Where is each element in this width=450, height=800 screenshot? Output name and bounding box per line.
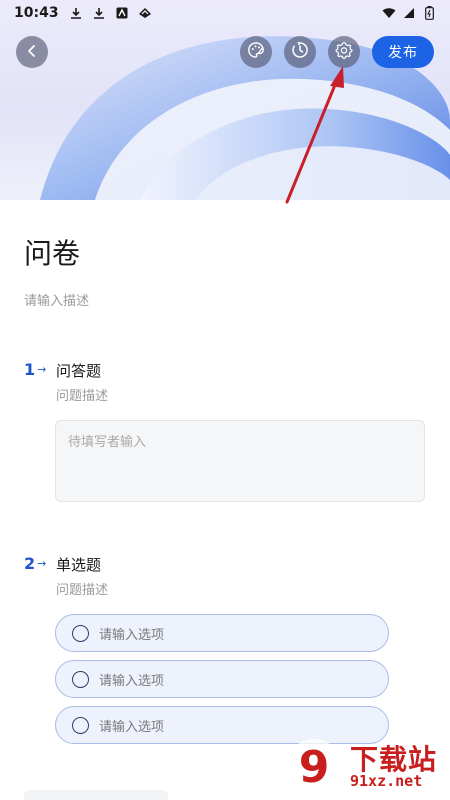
form-title[interactable]: 问卷 [24, 232, 80, 272]
question-title[interactable]: 单选题 [56, 554, 101, 575]
option-label: 请输入选项 [99, 673, 165, 689]
signal-icon [402, 6, 416, 20]
question-title[interactable]: 问答题 [56, 360, 101, 381]
download-icon [92, 6, 106, 20]
radio-circle-icon[interactable] [72, 624, 89, 642]
watermark-logo-mark: 9 [299, 742, 330, 793]
question-description[interactable]: 问题描述 [56, 385, 108, 404]
cloud-icon [138, 6, 152, 20]
answer-placeholder: 待填写者输入 [68, 435, 147, 450]
question-number: 1 → [24, 360, 46, 379]
option-label: 请输入选项 [99, 719, 165, 735]
question-number: 2 → [24, 554, 46, 573]
status-time: 10:43 [14, 5, 59, 21]
back-button[interactable] [16, 36, 48, 68]
answer-input[interactable]: 待填写者输入 [55, 420, 425, 502]
option-item[interactable]: 请输入选项 [55, 660, 389, 698]
status-bar: 10:43 [0, 0, 450, 26]
timer-button[interactable] [284, 36, 316, 68]
arrow-right-icon: → [37, 363, 47, 376]
radio-circle-icon[interactable] [72, 716, 89, 734]
app-icon [115, 6, 129, 20]
timer-icon [291, 41, 309, 63]
wifi-icon [382, 6, 396, 20]
arrow-right-icon: → [37, 557, 47, 570]
radio-circle-icon[interactable] [72, 670, 89, 688]
banner-art [40, 36, 450, 200]
option-label: 请输入选项 [99, 627, 165, 643]
form-description[interactable]: 请输入描述 [24, 290, 89, 309]
top-toolbar: 发布 [0, 36, 450, 70]
battery-icon [422, 6, 436, 20]
gear-icon [335, 41, 353, 63]
question-number-value: 2 [24, 554, 36, 573]
option-item[interactable]: 请输入选项 [55, 614, 389, 652]
palette-icon [247, 41, 265, 63]
question-number-value: 1 [24, 360, 36, 379]
header-banner [0, 0, 450, 200]
chevron-left-icon [26, 43, 38, 62]
settings-button[interactable] [328, 36, 360, 68]
question-description[interactable]: 问题描述 [56, 579, 108, 598]
theme-button[interactable] [240, 36, 272, 68]
watermark-url: 91xz.net [350, 772, 423, 790]
publish-button[interactable]: 发布 [372, 36, 434, 68]
download-icon [69, 6, 83, 20]
add-question-button[interactable] [24, 790, 168, 800]
